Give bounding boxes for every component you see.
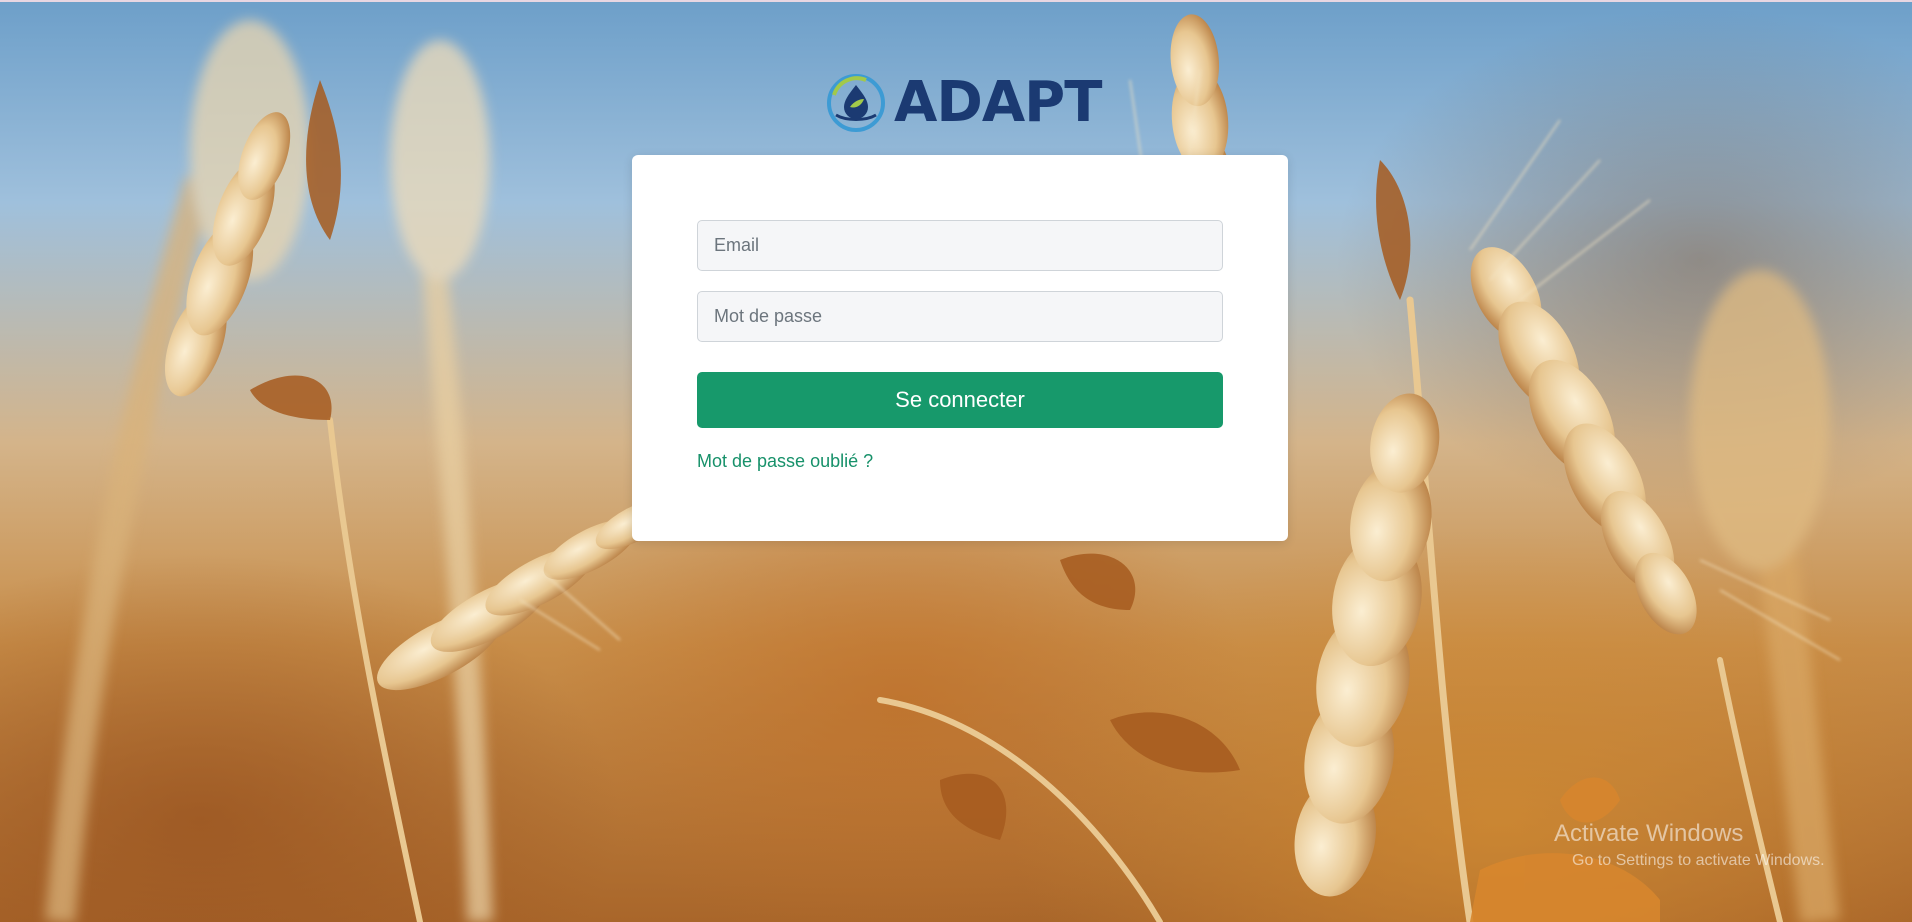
brand-name: ADAPT <box>894 70 1102 135</box>
windows-activation-watermark: Activate Windows Go to Settings to activ… <box>1554 820 1825 870</box>
login-page: ADAPT Se connecter Mot de passe oublié ?… <box>0 0 1912 922</box>
brand-logo: ADAPT <box>826 70 1102 136</box>
login-card: Se connecter Mot de passe oublié ? <box>632 155 1288 541</box>
leaf-drop-globe-icon <box>827 74 885 132</box>
password-field[interactable] <box>697 291 1223 342</box>
watermark-title: Activate Windows <box>1554 820 1744 847</box>
forgot-password-link[interactable]: Mot de passe oublié ? <box>697 451 873 472</box>
login-button[interactable]: Se connecter <box>697 372 1223 428</box>
watermark-subtitle: Go to Settings to activate Windows. <box>1572 852 1825 869</box>
email-field[interactable] <box>697 220 1223 271</box>
